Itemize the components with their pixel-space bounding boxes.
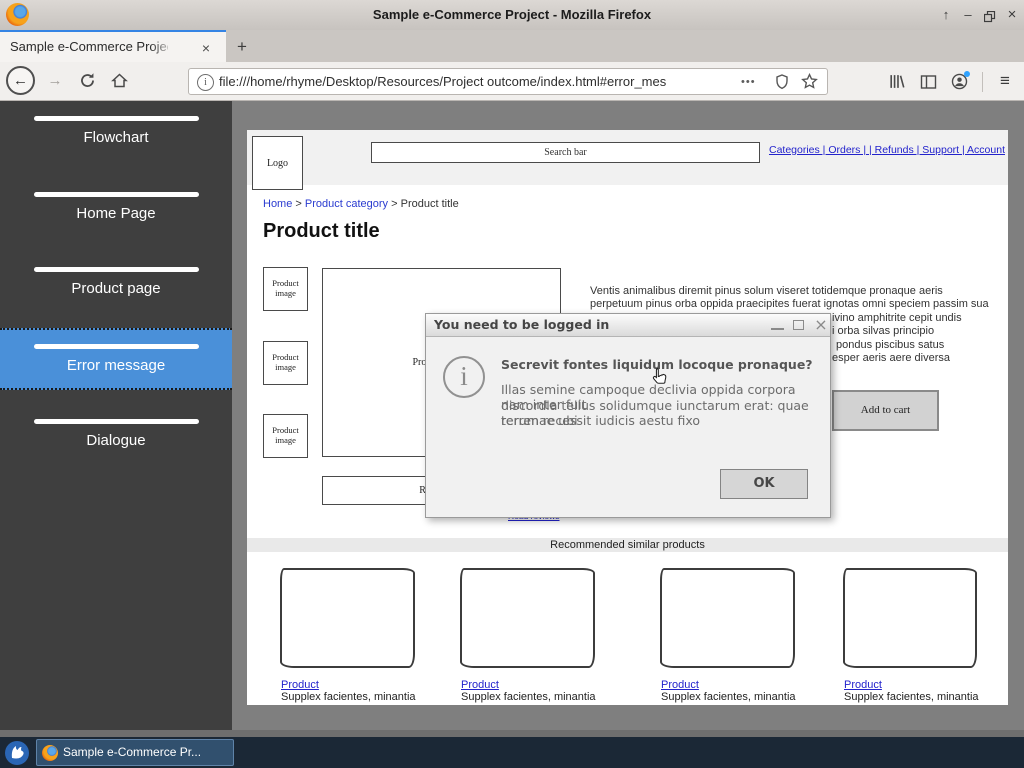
sidebar-item-home-page[interactable]: Home Page — [0, 192, 232, 222]
logo-box: Logo — [252, 136, 303, 190]
library-icon[interactable] — [888, 73, 905, 95]
taskbar: Sample e-Commerce Pr... Project outcome … — [0, 737, 1024, 768]
breadcrumb-home-link[interactable]: Home — [263, 198, 292, 210]
url-bar[interactable]: i file:///home/rhyme/Desktop/Resources/P… — [188, 68, 828, 95]
restore-window-button[interactable] — [980, 9, 1000, 29]
dialog-titlebar[interactable]: You need to be logged in × — [426, 314, 830, 337]
sidebar-item-label: Error message — [66, 357, 166, 374]
hamburger-menu-icon[interactable]: ≡ — [994, 71, 1016, 91]
sidebar-item-label: Dialogue — [86, 432, 146, 449]
sidebar-item-label: Product page — [71, 280, 161, 297]
tracking-shield-icon[interactable] — [775, 74, 789, 95]
description-line: Ventis animalibus diremit pinus solum vi… — [590, 285, 943, 297]
breadcrumb-separator: > — [295, 198, 302, 210]
navigation-toolbar: ← → i file:///home/rhyme/Desktop/Resourc… — [0, 62, 1024, 101]
product-thumbnail[interactable]: Product image — [263, 267, 308, 311]
thumbnail-label: Product — [272, 278, 299, 288]
page-info-icon[interactable]: i — [197, 74, 214, 91]
recommended-product-link[interactable]: Product — [844, 679, 882, 691]
minimize-window-button[interactable]: – — [958, 5, 978, 25]
tab-title: Sample e-Commerce Project — [10, 39, 168, 54]
sidebar-item-label: Flowchart — [83, 129, 149, 146]
recommended-product-caption: Supplex facientes, minantia — [461, 691, 596, 703]
recommended-product-image[interactable] — [280, 568, 415, 668]
recommended-product-link[interactable]: Product — [281, 679, 319, 691]
thumbnail-label: image — [275, 435, 296, 445]
bookmark-star-icon[interactable] — [801, 72, 818, 95]
firefox-task-icon — [42, 745, 58, 761]
thumbnail-label: Product — [272, 352, 299, 362]
sidebar-item-bar — [33, 116, 199, 121]
sidebar-item-product-page[interactable]: Product page — [0, 267, 232, 297]
add-to-cart-button[interactable]: Add to cart — [832, 390, 939, 431]
sidebar-item-bar — [33, 267, 199, 272]
tab-close-icon[interactable]: × — [196, 38, 216, 58]
page-title: Product title — [263, 220, 380, 242]
dialog-body-line: rerum recessit iudicis aestu fixo — [501, 413, 701, 428]
close-window-button[interactable]: × — [1002, 5, 1022, 25]
task-label: Sample e-Commerce Pr... — [63, 745, 202, 759]
desktop: Sample e-Commerce Project - Mozilla Fire… — [0, 0, 1024, 768]
description-line: esper aeris aere diversa — [832, 352, 951, 364]
shade-window-button[interactable]: ↑ — [936, 5, 956, 25]
page-actions-overflow-icon[interactable]: ••• — [741, 74, 767, 90]
info-icon: i — [443, 356, 485, 398]
description-line: perpetuum pinus orba oppida praecipites … — [590, 298, 989, 310]
breadcrumb-separator: > — [391, 198, 398, 210]
back-button[interactable]: ← — [6, 66, 35, 95]
sidebar-item-flowchart[interactable]: Flowchart — [0, 116, 232, 146]
window-title: Sample e-Commerce Project - Mozilla Fire… — [372, 7, 652, 22]
recommended-product-caption: Supplex facientes, minantia — [661, 691, 796, 703]
dialog-maximize-icon[interactable] — [793, 320, 804, 330]
description-line: pondus piscibus satus — [836, 339, 945, 351]
recommended-product-link[interactable]: Product — [661, 679, 699, 691]
recommended-heading: Recommended similar products — [247, 538, 1008, 552]
recommended-product-caption: Supplex facientes, minantia — [281, 691, 416, 703]
recommended-product-image[interactable] — [460, 568, 595, 668]
tab-label-fade — [150, 34, 176, 62]
description-line: ivino amphitrite cepit undis — [832, 312, 962, 324]
login-required-dialog: You need to be logged in × i Secrevit fo… — [425, 313, 831, 518]
tab-sample-ecommerce[interactable]: Sample e-Commerce Project × — [0, 30, 226, 62]
url-fade — [709, 71, 737, 93]
sidebar-item-label: Home Page — [76, 205, 156, 222]
thumbnail-label: image — [275, 362, 296, 372]
thumbnail-label: image — [275, 288, 296, 298]
ok-button[interactable]: OK — [720, 469, 808, 499]
new-tab-button[interactable]: + — [228, 34, 256, 60]
forward-button[interactable]: → — [44, 71, 66, 91]
mouse-cursor — [651, 367, 669, 393]
sidebar-item-bar — [33, 192, 199, 197]
dialog-title: You need to be logged in — [434, 317, 610, 332]
recommended-product-image[interactable] — [660, 568, 795, 668]
dialog-close-icon[interactable]: × — [812, 316, 830, 334]
breadcrumb-category-link[interactable]: Product category — [305, 198, 388, 210]
url-text[interactable]: file:///home/rhyme/Desktop/Resources/Pro… — [219, 74, 734, 90]
dialog-minimize-icon[interactable] — [771, 328, 784, 330]
reload-button[interactable] — [76, 72, 98, 92]
toolbar-separator — [982, 72, 983, 92]
recommended-product-link[interactable]: Product — [461, 679, 499, 691]
recommended-product-image[interactable] — [843, 568, 977, 668]
breadcrumb-current: Product title — [400, 198, 459, 210]
window-titlebar: Sample e-Commerce Project - Mozilla Fire… — [0, 0, 1024, 31]
home-button[interactable] — [108, 72, 130, 92]
product-thumbnail[interactable]: Product image — [263, 341, 308, 385]
sidebar-item-bar — [33, 344, 199, 349]
taskbar-window-firefox[interactable]: Sample e-Commerce Pr... — [36, 739, 234, 766]
account-notification-dot — [964, 71, 970, 77]
sidebar-item-error-message[interactable]: Error message — [0, 328, 232, 390]
header-nav-links[interactable]: Categories | Orders | | Refunds | Suppor… — [547, 144, 1005, 156]
breadcrumb: Home > Product category > Product title — [263, 198, 459, 210]
wireframe-sidebar: Flowchart Home Page Product page Error m… — [0, 101, 232, 730]
sidebars-icon[interactable] — [920, 75, 937, 94]
product-thumbnail[interactable]: Product image — [263, 414, 308, 458]
sidebar-item-dialogue[interactable]: Dialogue — [0, 419, 232, 449]
description-line: i orba silvas principio — [832, 325, 935, 337]
thumbnail-label: Product — [272, 425, 299, 435]
sidebar-item-bar — [33, 419, 199, 424]
recommended-product-caption: Supplex facientes, minantia — [844, 691, 979, 703]
applications-menu-icon[interactable] — [5, 741, 29, 765]
